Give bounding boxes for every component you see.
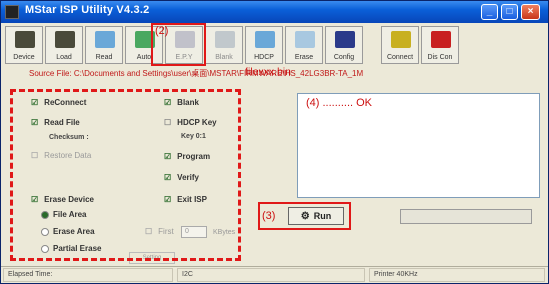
toolbar-button-read[interactable]: Read — [85, 26, 123, 64]
step-3-annotation: (3) — [262, 210, 276, 222]
toolbar-button-label: Device — [13, 54, 35, 61]
toolbar-button-label: Read — [95, 54, 113, 61]
log-line: (4) .......... OK — [306, 97, 373, 109]
toolbar-button-label: Connect — [386, 54, 414, 61]
erase-icon — [295, 31, 315, 48]
toolbar-button-hdcp[interactable]: HDCP — [245, 26, 283, 64]
toolbar-button-label: Erase — [294, 54, 314, 61]
toolbar: Device Load Read Auto E.P.Y Blank HDCP Erase Con… — [1, 23, 548, 67]
toolbar-button-blank[interactable]: Blank — [205, 26, 243, 64]
toolbar-button-label: HDCP — [254, 54, 274, 61]
hdcp-icon — [255, 31, 275, 48]
toolbar-button-dis-con[interactable]: Dis Con — [421, 26, 459, 64]
toolbar-button-load[interactable]: Load — [45, 26, 83, 64]
window-title: MStar ISP Utility V4.3.2 — [25, 4, 150, 16]
toolbar-button-label: Config — [333, 54, 355, 61]
disconnect-icon — [431, 31, 451, 48]
toolbar-button-config[interactable]: Config — [325, 26, 363, 64]
read-icon — [95, 31, 115, 48]
source-filename: filexxx.bin — [245, 67, 292, 78]
progress-bar — [400, 209, 532, 224]
options-highlight-box — [10, 89, 241, 261]
elapsed-time-field: Elapsed Time: — [3, 268, 173, 282]
toolbar-button-erase[interactable]: Erase — [285, 26, 323, 64]
load-icon — [55, 31, 75, 48]
printer-field: Printer 40KHz — [369, 268, 545, 282]
connect-icon — [391, 31, 411, 48]
device-icon — [15, 31, 35, 48]
app-icon — [5, 5, 19, 19]
source-file-path: Source File: C:\Documents and Settings\u… — [29, 69, 364, 78]
config-icon — [335, 31, 355, 48]
toolbar-button-label: Load — [56, 54, 72, 61]
title-bar: MStar ISP Utility V4.3.2 _ □ × — [1, 1, 548, 23]
maximize-button[interactable]: □ — [501, 4, 518, 20]
minimize-button[interactable]: _ — [481, 4, 498, 20]
blank-icon — [215, 31, 235, 48]
isp-utility-window: MStar ISP Utility V4.3.2 _ □ × Device Loa… — [0, 0, 549, 284]
toolbar-button-connect[interactable]: Connect — [381, 26, 419, 64]
step-2-annotation: (2) — [155, 25, 169, 37]
toolbar-button-label: Blank — [215, 54, 233, 61]
toolbar-button-device[interactable]: Device — [5, 26, 43, 64]
toolbar-button-label: Dis Con — [427, 54, 453, 61]
close-button[interactable]: × — [521, 4, 540, 20]
status-bar: Elapsed Time: I2C Printer 40KHz — [1, 266, 548, 283]
log-output-area[interactable]: (4) .......... OK — [297, 93, 540, 198]
interface-field: I2C — [177, 268, 365, 282]
